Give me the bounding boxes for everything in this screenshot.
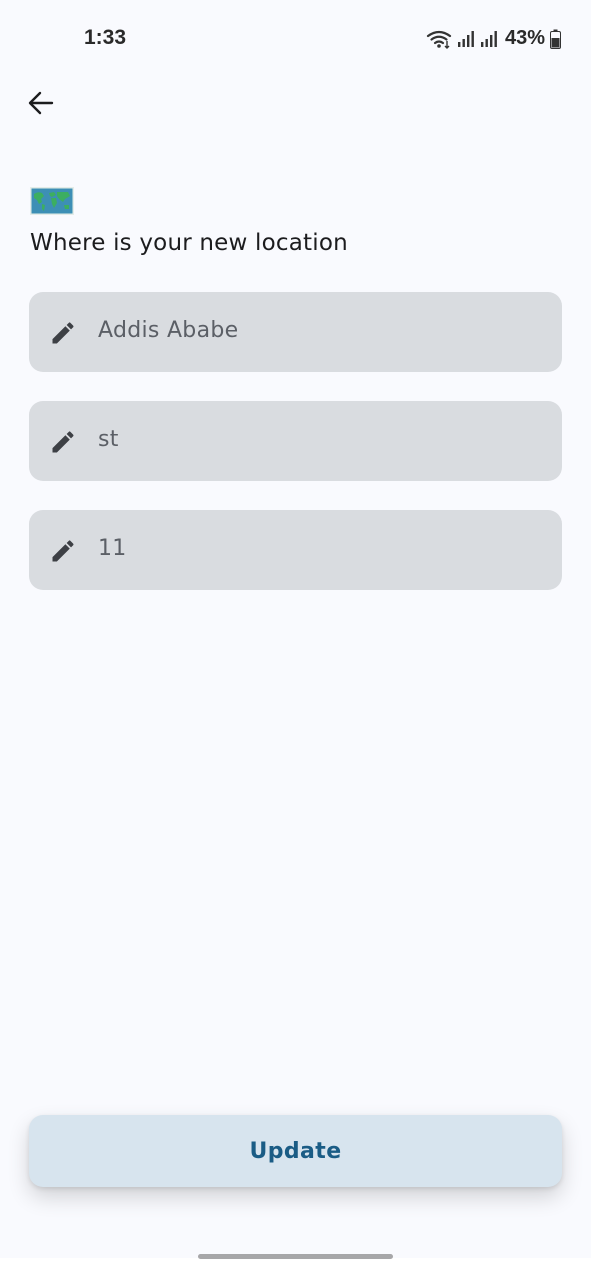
signal-icon	[457, 30, 474, 47]
back-button[interactable]	[20, 82, 62, 124]
gesture-nav-handle[interactable]	[198, 1254, 393, 1259]
city-field-value: Addis Ababe	[98, 318, 239, 343]
location-update-screen: 1:33 43% Where is your new location Addi…	[0, 0, 591, 1280]
pencil-icon	[52, 322, 74, 344]
battery-icon	[550, 29, 561, 49]
number-field[interactable]: 11	[29, 510, 562, 590]
bottom-strip	[0, 1258, 591, 1280]
update-button[interactable]: Update	[29, 1115, 562, 1187]
street-field[interactable]: st	[29, 401, 562, 481]
city-field[interactable]: Addis Ababe	[29, 292, 562, 372]
pencil-icon	[52, 540, 74, 562]
update-button-label: Update	[249, 1138, 342, 1164]
status-icons: 43%	[426, 27, 561, 50]
pencil-icon	[52, 431, 74, 453]
status-time: 1:33	[84, 26, 127, 49]
street-field-value: st	[98, 427, 119, 452]
status-bar: 1:33 43%	[0, 0, 591, 78]
number-field-value: 11	[98, 536, 127, 561]
location-prompt: Where is your new location	[30, 230, 348, 256]
wifi-icon	[426, 30, 452, 49]
arrow-left-icon	[28, 91, 54, 115]
battery-percentage: 43%	[504, 27, 545, 49]
world-map-icon	[30, 187, 74, 215]
signal-icon	[480, 30, 497, 47]
